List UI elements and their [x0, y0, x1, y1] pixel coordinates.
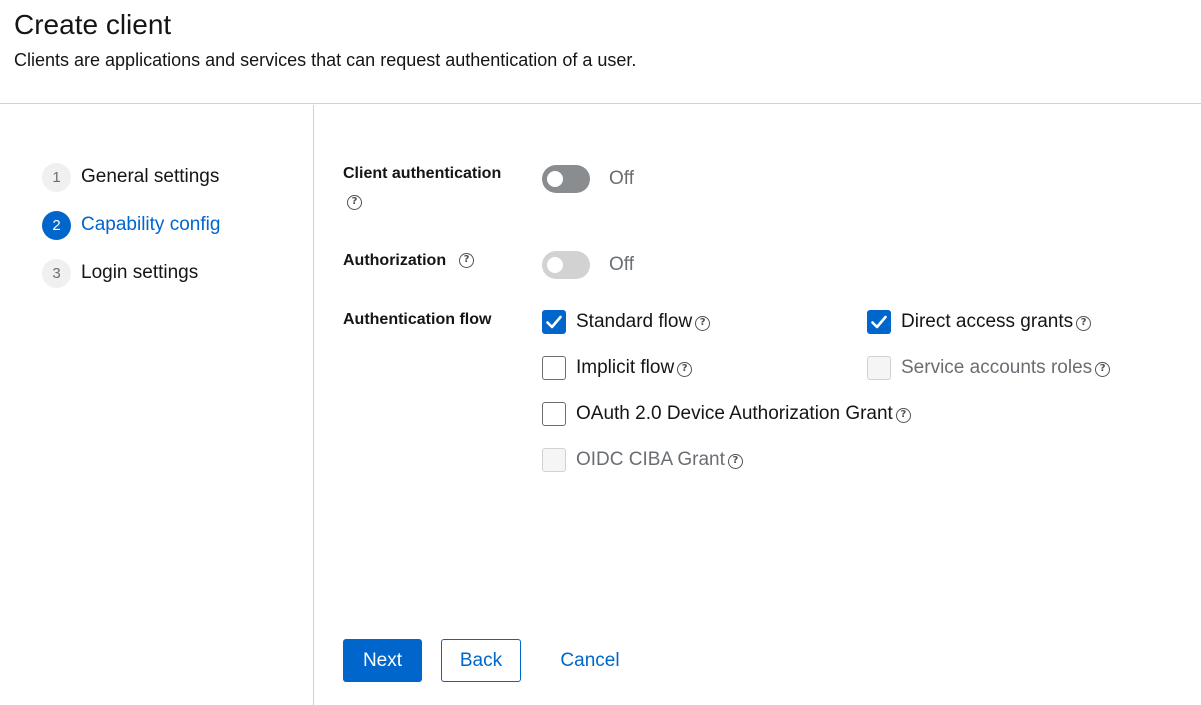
- authorization-state: Off: [609, 254, 634, 275]
- client-authentication-switch[interactable]: [542, 165, 590, 193]
- step-number: 1: [42, 162, 71, 192]
- oauth-device-authorization-grant-checkbox[interactable]: OAuth 2.0 Device Authorization Grant ?: [542, 401, 911, 427]
- wizard-step-capability-config[interactable]: 2 Capability config: [42, 210, 220, 240]
- step-label: Capability config: [81, 214, 221, 235]
- checkbox-box[interactable]: [542, 310, 566, 334]
- checkbox-label: Standard flow: [576, 311, 693, 332]
- wizard-step-login-settings[interactable]: 3 Login settings: [42, 258, 198, 288]
- authorization-help-icon[interactable]: ?: [459, 253, 474, 268]
- checkbox-label: Direct access grants: [901, 311, 1074, 332]
- page-title: Create client: [14, 9, 172, 40]
- checkbox-box[interactable]: [542, 402, 566, 426]
- cancel-button[interactable]: Cancel: [551, 639, 629, 682]
- standard-flow-help-icon[interactable]: ?: [695, 315, 711, 331]
- next-button[interactable]: Next: [343, 639, 422, 682]
- checkmark-icon: [546, 315, 562, 329]
- service-accounts-roles-checkbox: Service accounts roles ?: [867, 355, 1111, 381]
- checkbox-box[interactable]: [542, 356, 566, 380]
- standard-flow-checkbox[interactable]: Standard flow ?: [542, 309, 711, 335]
- oauth-device-authorization-grant-help-icon[interactable]: ?: [895, 407, 911, 423]
- client-authentication-help-icon[interactable]: ?: [347, 195, 362, 210]
- step-number: 3: [42, 258, 71, 288]
- wizard-nav: 1 General settings 2 Capability config 3…: [0, 105, 314, 705]
- page-header: Create client Clients are applications a…: [0, 0, 1201, 104]
- checkbox-box: [542, 448, 566, 472]
- authorization-label: Authorization: [343, 252, 447, 269]
- oidc-ciba-grant-help-icon[interactable]: ?: [727, 453, 743, 469]
- page-subtitle: Clients are applications and services th…: [14, 50, 637, 70]
- checkbox-label: Implicit flow: [576, 357, 675, 378]
- client-authentication-state: Off: [609, 168, 634, 189]
- checkbox-label: OIDC CIBA Grant: [576, 449, 725, 470]
- checkbox-box: [867, 356, 891, 380]
- step-label: Login settings: [81, 262, 199, 283]
- step-number: 2: [42, 210, 71, 240]
- service-accounts-roles-help-icon[interactable]: ?: [1095, 361, 1111, 377]
- checkbox-box[interactable]: [867, 310, 891, 334]
- checkbox-label: Service accounts roles: [901, 357, 1093, 378]
- switch-knob: [547, 171, 563, 187]
- step-label: General settings: [81, 166, 220, 187]
- checkbox-label: OAuth 2.0 Device Authorization Grant: [576, 403, 893, 424]
- oidc-ciba-grant-checkbox: OIDC CIBA Grant ?: [542, 447, 743, 473]
- checkmark-icon: [871, 315, 887, 329]
- direct-access-grants-checkbox[interactable]: Direct access grants ?: [867, 309, 1092, 335]
- client-authentication-label: Client authentication: [343, 165, 502, 182]
- authentication-flow-label: Authentication flow: [343, 311, 492, 328]
- authorization-switch: [542, 251, 590, 279]
- back-button[interactable]: Back: [441, 639, 521, 682]
- switch-knob: [547, 257, 563, 273]
- wizard-step-general-settings[interactable]: 1 General settings: [42, 162, 219, 192]
- direct-access-grants-help-icon[interactable]: ?: [1076, 315, 1092, 331]
- implicit-flow-help-icon[interactable]: ?: [677, 361, 693, 377]
- implicit-flow-checkbox[interactable]: Implicit flow ?: [542, 355, 693, 381]
